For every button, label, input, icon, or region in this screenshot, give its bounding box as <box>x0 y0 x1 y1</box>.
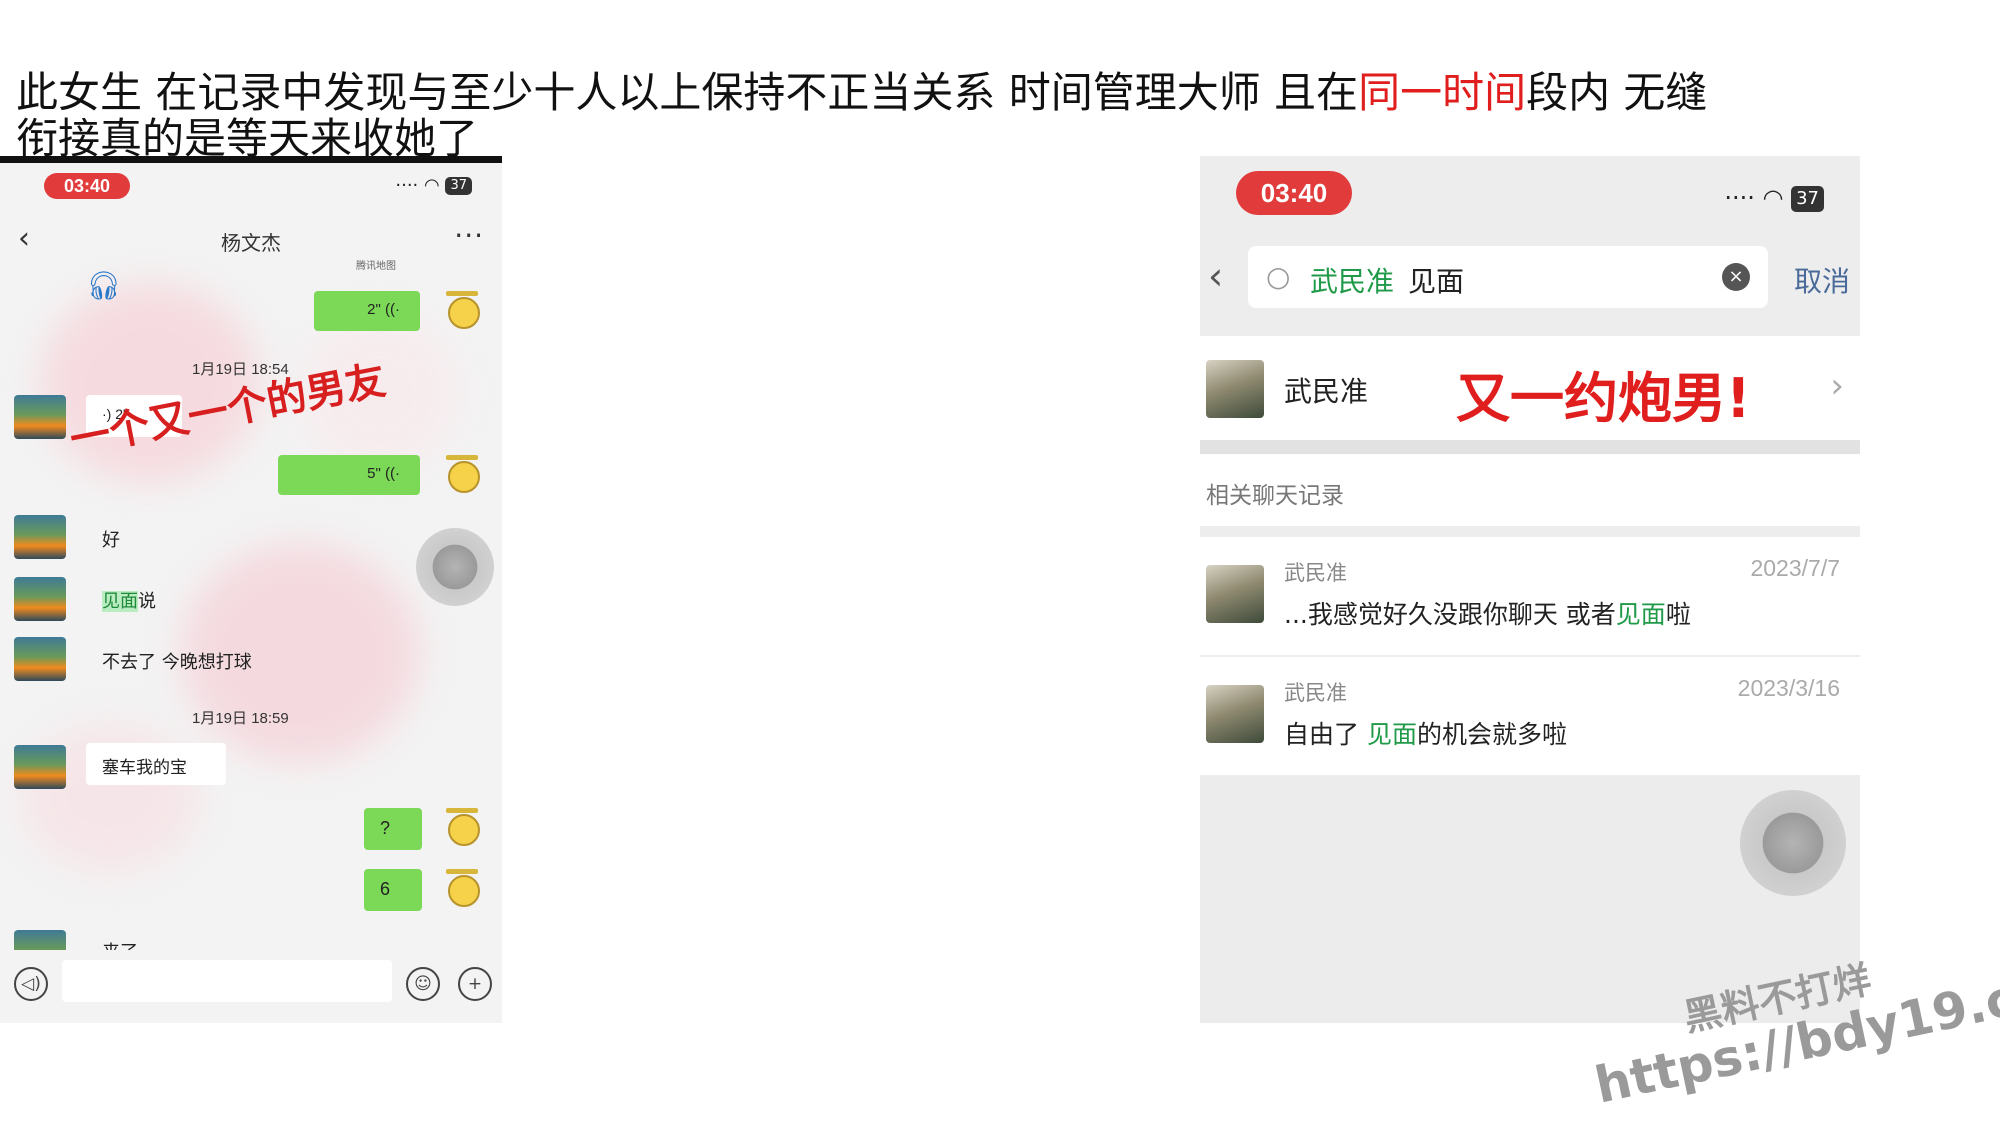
chat-record-item[interactable]: 武民准 2023/7/7 ...我感觉好久没跟你聊天 或者见面啦 <box>1200 536 1860 655</box>
contact-avatar[interactable] <box>14 637 66 681</box>
chevron-right-icon: › <box>1830 366 1844 406</box>
chat-timestamp: 1月19日 18:59 <box>192 710 289 727</box>
snippet-before: 自由了 <box>1284 720 1367 749</box>
emoji-icon[interactable]: ☺ <box>406 967 440 1001</box>
contact-avatar[interactable] <box>14 745 66 789</box>
snippet-after: 啦 <box>1665 600 1691 629</box>
headphones-icon: 🎧︎ <box>86 269 122 302</box>
search-query-name: 武民准 <box>1310 265 1395 298</box>
contact-avatar <box>1206 360 1264 418</box>
record-date: 2023/3/16 <box>1737 675 1840 701</box>
contact-avatar[interactable] <box>14 515 66 559</box>
message-text: 6 <box>380 879 391 899</box>
chat-record-item[interactable]: 武民准 2023/3/16 自由了 见面的机会就多啦 <box>1200 656 1860 775</box>
wifi-icon: ◠ <box>1762 184 1784 212</box>
avatar-sticker <box>440 869 484 909</box>
headline-prefix: 此女生 在记录中发现与至少十人以上保持不正当关系 时间管理大师 且在 <box>16 68 1359 117</box>
message-highlight: 见面 <box>102 591 138 612</box>
snippet-highlight: 见面 <box>1366 720 1417 749</box>
voice-input-icon[interactable]: ◁) <box>14 967 48 1001</box>
snippet-after: 的机会就多啦 <box>1416 720 1567 749</box>
battery-icon: 37 <box>1791 186 1824 212</box>
back-chevron-icon[interactable]: ‹ <box>1208 254 1223 298</box>
contact-avatar[interactable] <box>14 577 66 621</box>
headline: 此女生 在记录中发现与至少十人以上保持不正当关系 时间管理大师 且在同一时间段内… <box>16 70 1736 162</box>
contact-name: 武民准 <box>1284 375 1369 408</box>
more-options-icon[interactable]: ··· <box>454 219 484 252</box>
voice-duration: 2" ((· <box>367 301 400 318</box>
signal-icon: ···· <box>395 175 419 196</box>
battery-icon: 37 <box>445 177 472 195</box>
voice-message-bubble[interactable]: 2" ((· <box>314 291 420 331</box>
clear-search-icon[interactable]: × <box>1722 263 1750 291</box>
contact-avatar <box>1206 565 1264 623</box>
avatar-sticker <box>440 808 484 848</box>
record-name: 武民准 <box>1284 681 1347 705</box>
voice-duration: 5" ((· <box>367 465 400 482</box>
right-search-screenshot: 03:40 ···· ◠ 37 ‹ ○ 武民准 见面 × 取消 武民准 又一约炮… <box>1200 156 1860 1023</box>
voice-message-bubble[interactable]: 5" ((· <box>278 455 420 495</box>
status-time: 03:40 <box>1236 171 1352 215</box>
message-text: 不去了 今晚想打球 <box>102 652 252 673</box>
search-query-text: 见面 <box>1408 265 1465 298</box>
map-label: 腾讯地图 <box>356 261 396 272</box>
section-header: 相关聊天记录 <box>1200 454 1860 526</box>
add-icon[interactable]: + <box>458 967 492 1001</box>
contact-result[interactable]: 武民准 又一约炮男! › <box>1200 336 1860 440</box>
wifi-icon: ◠ <box>424 175 440 196</box>
chat-nav-bar: ‹ 杨文杰 ··· <box>0 213 502 265</box>
message-text: 塞车我的宝 <box>102 758 187 778</box>
text-message-bubble[interactable]: 6 <box>364 869 422 911</box>
avatar-sticker <box>440 291 484 331</box>
snippet-before: ...我感觉好久没跟你聊天 或者 <box>1284 600 1616 629</box>
message-text: ? <box>380 818 391 838</box>
record-date: 2023/7/7 <box>1750 555 1840 581</box>
avatar-sticker <box>440 455 484 495</box>
text-message-bubble[interactable]: 塞车我的宝 <box>86 743 226 785</box>
status-time: 03:40 <box>44 173 130 199</box>
status-icons: ···· ◠ 37 <box>395 175 472 196</box>
chat-title: 杨文杰 <box>221 231 281 255</box>
search-icon: ○ <box>1266 260 1291 293</box>
cancel-button[interactable]: 取消 <box>1794 260 1850 300</box>
chat-input-bar: ◁) ☺ + <box>0 950 502 1023</box>
record-snippet: 自由了 见面的机会就多啦 <box>1284 715 1567 751</box>
divider <box>1200 440 1860 454</box>
status-bar: 03:40 ···· ◠ 37 <box>0 163 502 213</box>
contact-avatar[interactable] <box>14 395 66 439</box>
record-snippet: ...我感觉好久没跟你聊天 或者见面啦 <box>1284 595 1691 631</box>
contact-avatar <box>1206 685 1264 743</box>
headline-highlight: 同一时间 <box>1358 68 1527 117</box>
section-label: 相关聊天记录 <box>1206 483 1344 509</box>
signal-icon: ···· <box>1724 184 1755 212</box>
record-name: 武民准 <box>1284 561 1347 585</box>
message-text: 见面说 <box>102 587 156 613</box>
overlay-caption: 又一约炮男! <box>1456 367 1751 430</box>
message-text: 好 <box>102 530 120 551</box>
floating-assist-button[interactable] <box>1740 790 1846 896</box>
left-chat-screenshot: 03:40 ···· ◠ 37 ‹ 杨文杰 ··· 腾讯地图 🎧︎ 2" ((·… <box>0 163 502 1023</box>
snippet-highlight: 见面 <box>1615 600 1666 629</box>
search-input[interactable]: ○ 武民准 见面 × <box>1248 246 1768 308</box>
message-rest: 说 <box>138 591 156 612</box>
floating-assist-button[interactable] <box>416 528 494 606</box>
text-message-bubble[interactable]: ? <box>364 808 422 850</box>
message-input[interactable] <box>62 960 392 1002</box>
status-icons: ···· ◠ 37 <box>1724 184 1824 212</box>
